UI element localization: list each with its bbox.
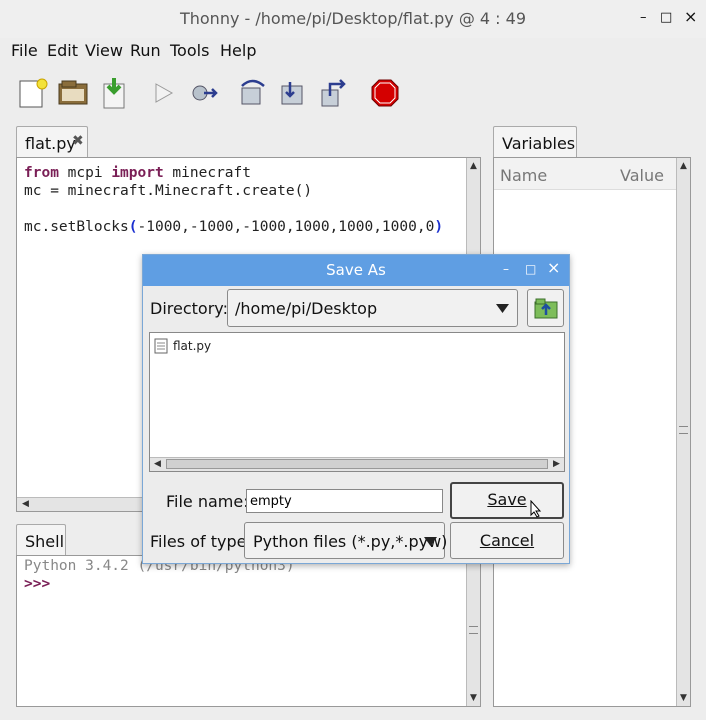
maximize-button[interactable]: □ xyxy=(660,10,672,25)
tab-editor-flat[interactable]: flat.py ✖ xyxy=(16,126,88,158)
column-name[interactable]: Name xyxy=(500,166,547,185)
dialog-maximize-button[interactable]: □ xyxy=(525,262,536,276)
variables-header: Name Value xyxy=(494,158,676,190)
cancel-button[interactable]: Cancel xyxy=(450,522,564,559)
directory-select[interactable]: /home/pi/Desktop xyxy=(227,289,518,327)
step-out-icon[interactable] xyxy=(318,76,352,110)
file-list-horizontal-scrollbar[interactable]: ◀ ▶ xyxy=(150,457,564,471)
window-title: Thonny - /home/pi/Desktop/flat.py @ 4 : … xyxy=(179,9,527,28)
menu-help[interactable]: Help xyxy=(220,41,256,60)
step-into-icon[interactable] xyxy=(276,76,310,110)
directory-label: Directory: xyxy=(150,299,228,318)
scroll-down-icon[interactable]: ▼ xyxy=(677,692,690,704)
scroll-thumb[interactable] xyxy=(166,459,548,469)
code-line-2: mc = minecraft.Minecraft.create() xyxy=(24,183,313,199)
dialog-close-button[interactable]: × xyxy=(547,258,560,277)
scroll-grip xyxy=(679,426,688,434)
file-icon xyxy=(154,338,168,354)
menu-file[interactable]: File xyxy=(11,41,38,60)
scroll-right-icon[interactable]: ▶ xyxy=(550,458,563,470)
menu-run[interactable]: Run xyxy=(130,41,161,60)
file-name: flat.py xyxy=(173,339,212,353)
file-list[interactable]: flat.py ◀ ▶ xyxy=(149,332,565,472)
minimize-button[interactable]: – xyxy=(640,10,647,25)
scroll-up-icon[interactable]: ▲ xyxy=(677,160,690,172)
save-as-dialog: Save As – □ × Directory: /home/pi/Deskto… xyxy=(142,254,570,564)
scroll-down-icon[interactable]: ▼ xyxy=(467,692,480,704)
step-over-icon[interactable] xyxy=(236,76,270,110)
shell-vertical-scrollbar[interactable]: ▼ xyxy=(466,556,480,706)
filetype-label: Files of type: xyxy=(150,532,252,551)
filename-input[interactable] xyxy=(246,489,443,513)
shell-prompt: >>> xyxy=(24,576,51,592)
title-bar: Thonny - /home/pi/Desktop/flat.py @ 4 : … xyxy=(0,0,706,38)
menu-bar: File Edit View Run Tools Help xyxy=(0,38,706,64)
tab-variables[interactable]: Variables xyxy=(493,126,577,158)
save-button-label: Save xyxy=(487,490,527,509)
close-tab-icon[interactable]: ✖ xyxy=(72,133,84,149)
menu-edit[interactable]: Edit xyxy=(47,41,78,60)
shell-panel[interactable]: Python 3.4.2 (/usr/bin/python3) >>> ▼ xyxy=(16,555,481,707)
variables-tab-label: Variables xyxy=(502,134,576,153)
close-button[interactable]: × xyxy=(684,7,697,26)
chevron-down-icon xyxy=(424,537,437,546)
filetype-select[interactable]: Python files (*.py,*.pyw) xyxy=(244,522,448,559)
debug-icon[interactable] xyxy=(186,76,220,110)
open-file-icon[interactable] xyxy=(56,76,90,110)
tab-shell[interactable]: Shell xyxy=(16,524,66,556)
scroll-grip xyxy=(469,626,478,634)
editor-tab-label: flat.py xyxy=(25,134,76,153)
parent-folder-button[interactable] xyxy=(527,289,564,327)
column-value[interactable]: Value xyxy=(620,166,664,185)
scroll-up-icon[interactable]: ▲ xyxy=(467,160,480,172)
mouse-cursor-icon xyxy=(530,500,542,518)
run-icon[interactable] xyxy=(148,76,182,110)
new-file-icon[interactable] xyxy=(16,76,50,110)
scroll-left-icon[interactable]: ◀ xyxy=(151,458,164,470)
cancel-button-label: Cancel xyxy=(479,531,535,550)
directory-value: /home/pi/Desktop xyxy=(235,299,378,318)
menu-tools[interactable]: Tools xyxy=(170,41,209,60)
shell-tab-label: Shell xyxy=(25,532,65,551)
chevron-down-icon xyxy=(496,304,509,313)
dialog-minimize-button[interactable]: – xyxy=(503,262,509,276)
save-button[interactable]: Save xyxy=(450,482,564,519)
folder-up-icon xyxy=(534,298,557,319)
code-line-4: mc.setBlocks(-1000,-1000,-1000,1000,1000… xyxy=(24,219,444,235)
code-line-1: from mcpi import minecraft xyxy=(24,165,252,181)
variables-vertical-scrollbar[interactable]: ▲ ▼ xyxy=(676,158,690,706)
stop-icon[interactable] xyxy=(368,76,402,110)
scroll-left-icon[interactable]: ◀ xyxy=(19,498,32,510)
dialog-title-bar: Save As – □ × xyxy=(143,255,569,286)
filename-label: File name: xyxy=(166,492,249,511)
filetype-value: Python files (*.py,*.pyw) xyxy=(253,532,448,551)
save-file-icon[interactable] xyxy=(98,76,132,110)
menu-view[interactable]: View xyxy=(85,41,123,60)
